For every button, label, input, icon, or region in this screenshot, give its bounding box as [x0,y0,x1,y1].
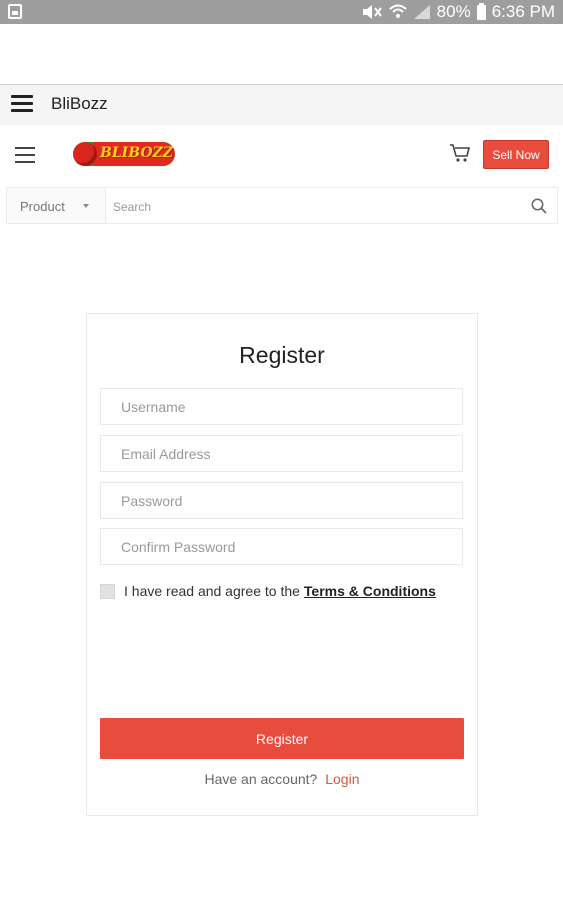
terms-link[interactable]: Terms & Conditions [304,583,436,599]
password-field[interactable] [100,482,463,519]
site-header: BLIBOZZ Sell Now [0,125,563,187]
cart-icon[interactable] [449,143,471,163]
register-title: Register [239,342,325,368]
site-logo[interactable]: BLIBOZZ [73,142,175,166]
clock: 6:36 PM [491,2,555,21]
have-account-text: Have an account? [204,771,318,787]
mute-icon [362,5,382,19]
battery-percent: 80% [436,2,471,21]
app-bar: BliBozz [0,84,563,126]
status-bar: 80% 6:36 PM [0,0,563,24]
email-field[interactable] [100,435,463,472]
login-link[interactable]: Login [325,771,359,787]
battery-icon [476,2,486,20]
logo-ball-icon [73,142,97,166]
notification-icon [8,4,22,19]
terms-checkbox[interactable] [100,583,115,599]
hamburger-menu-icon[interactable] [15,147,35,163]
category-select-label: Product [20,199,65,214]
have-account-row: Have an account? Login [87,771,477,787]
register-button[interactable]: Register [100,718,464,759]
register-card: Register I have read and agree to the Te… [86,313,478,816]
status-bar-right: 80% 6:36 PM [361,2,555,22]
terms-row: I have read and agree to the Terms & Con… [100,580,436,602]
caret-down-icon [83,204,89,208]
search-input[interactable] [111,192,515,221]
terms-text: I have read and agree to the [124,583,300,599]
confirm-password-field[interactable] [100,528,463,565]
category-select[interactable]: Product [7,188,106,223]
logo-text: BLIBOZZ [100,145,173,161]
search-icon[interactable] [531,198,547,214]
app-title: BliBozz [51,94,108,113]
signal-icon [413,5,430,19]
drawer-menu-icon[interactable] [11,95,33,113]
search-bar: Product [6,187,558,224]
sell-now-button[interactable]: Sell Now [483,140,549,169]
username-field[interactable] [100,388,463,425]
wifi-icon [388,4,407,18]
